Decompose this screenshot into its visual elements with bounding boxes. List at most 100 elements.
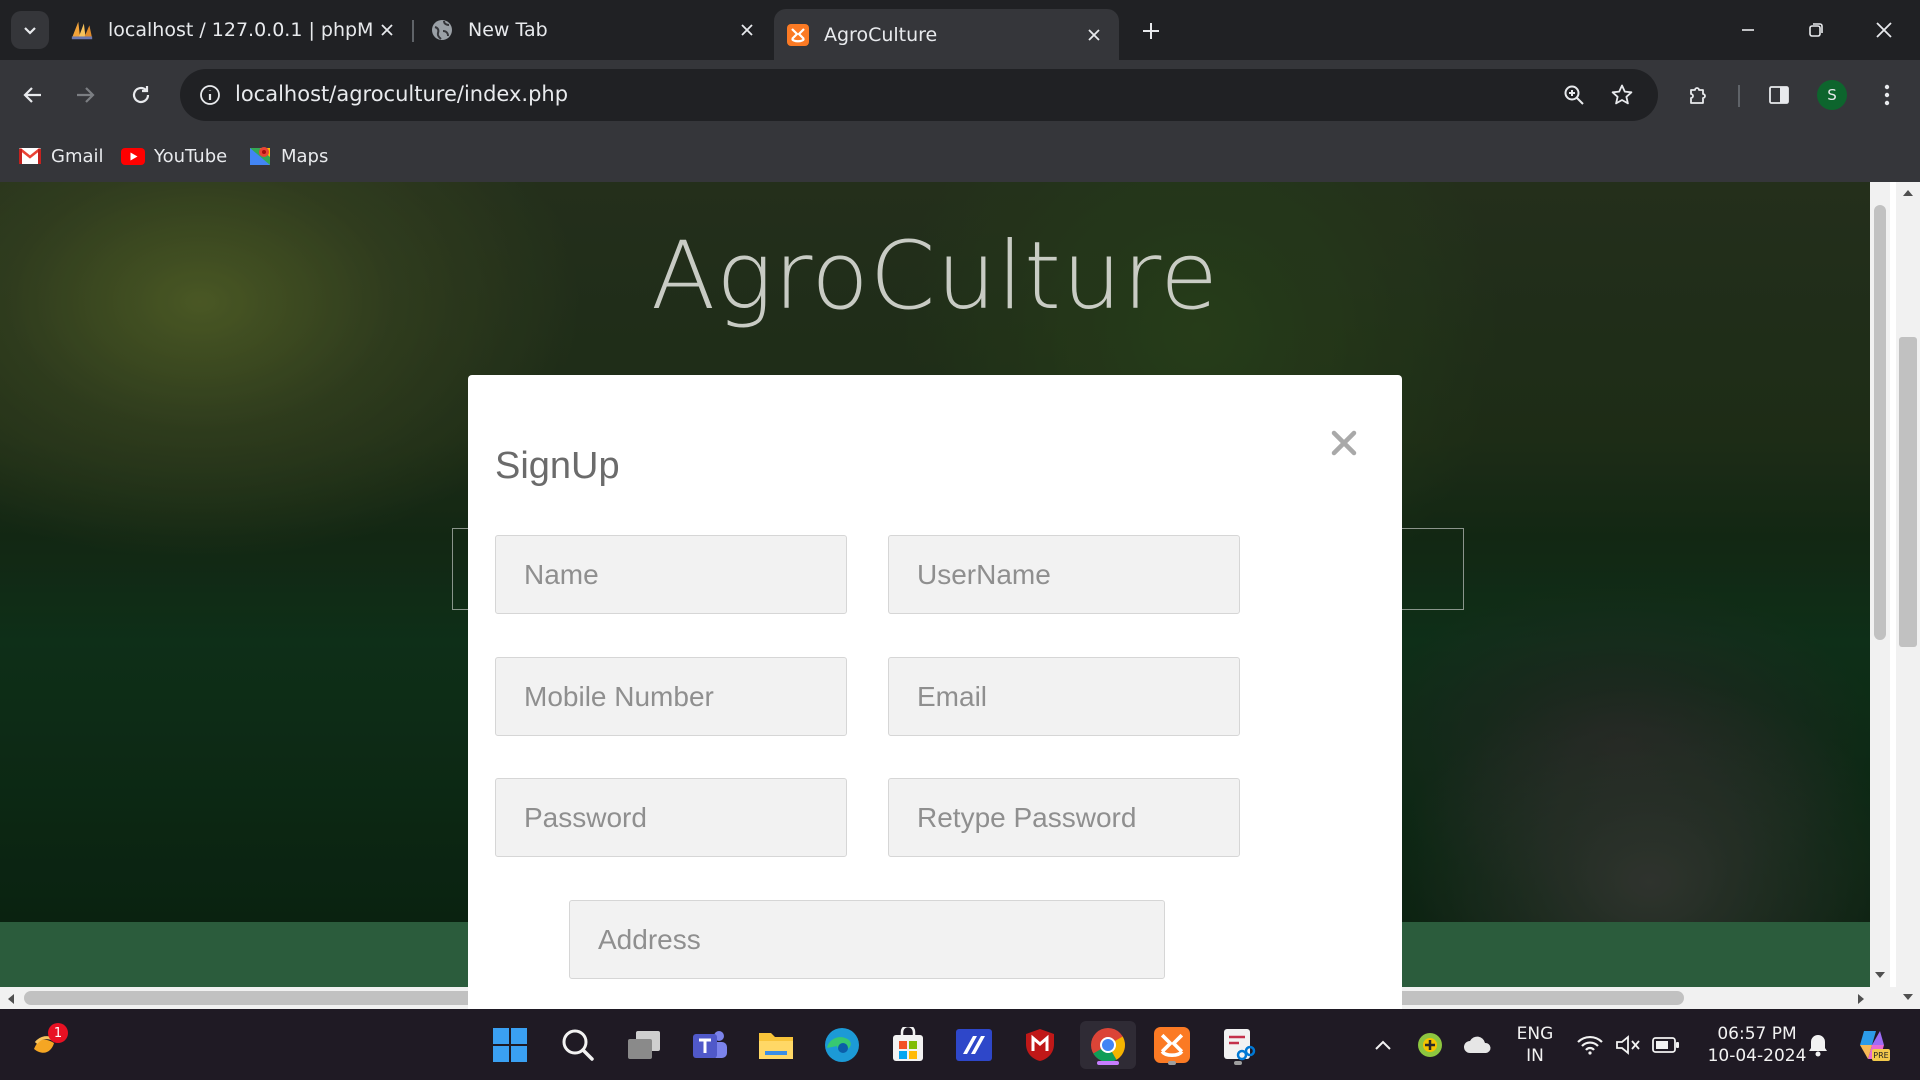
bookmark-star-icon[interactable]	[1604, 77, 1640, 113]
tab-search-button[interactable]	[11, 11, 49, 49]
scrollbar-thumb[interactable]	[1899, 337, 1917, 647]
extensions-button[interactable]	[1680, 76, 1718, 114]
minimize-button[interactable]	[1720, 10, 1776, 50]
folder-icon	[759, 1033, 793, 1059]
notifications-button[interactable]	[1796, 1021, 1840, 1069]
restore-button[interactable]	[1788, 10, 1844, 50]
minimize-icon	[1742, 29, 1754, 31]
mcafee-button[interactable]	[1016, 1021, 1064, 1069]
scroll-up-arrow-icon[interactable]	[1902, 188, 1914, 198]
modal-title: SignUp	[495, 445, 620, 487]
scroll-right-arrow-icon[interactable]	[1856, 993, 1866, 1005]
youtube-icon	[121, 146, 145, 166]
notification-badge: 1	[48, 1023, 68, 1043]
bookmark-youtube[interactable]: YouTube	[121, 140, 227, 172]
tab-agroculture[interactable]: AgroCulture	[774, 9, 1119, 60]
language-indicator[interactable]: ENG IN	[1508, 1023, 1562, 1067]
search-button[interactable]	[554, 1021, 602, 1069]
username-field[interactable]	[888, 535, 1240, 614]
chrome-icon	[1091, 1028, 1125, 1062]
name-field[interactable]	[495, 535, 847, 614]
copilot-icon: PRE	[1860, 1031, 1890, 1061]
tab-divider	[412, 20, 414, 42]
wifi-icon	[1577, 1035, 1603, 1055]
plus-icon	[1143, 23, 1159, 39]
more-vert-icon	[1884, 84, 1890, 106]
show-hidden-icons-button[interactable]	[1358, 1021, 1408, 1069]
xampp-taskbar-button[interactable]	[1148, 1021, 1196, 1069]
scroll-down-arrow-icon[interactable]	[1874, 970, 1886, 980]
email-field[interactable]	[888, 657, 1240, 736]
ms-store-button[interactable]	[884, 1021, 932, 1069]
close-icon	[1876, 22, 1892, 38]
arrow-left-icon	[23, 87, 41, 103]
close-modal-button[interactable]	[1326, 425, 1362, 461]
scroll-down-arrow-icon[interactable]	[1902, 992, 1914, 1002]
url-text[interactable]: localhost/agroculture/index.php	[235, 82, 568, 106]
close-tab-icon[interactable]	[374, 17, 400, 43]
app-icon	[956, 1029, 992, 1061]
tray-app-button[interactable]	[1408, 1021, 1452, 1069]
search-icon	[562, 1029, 594, 1061]
profile-avatar[interactable]: S	[1817, 80, 1847, 110]
teams-icon	[693, 1031, 727, 1058]
reload-button[interactable]	[122, 76, 160, 114]
edge-browser-button[interactable]	[818, 1021, 866, 1069]
start-button[interactable]	[486, 1021, 534, 1069]
volume-muted-icon	[1616, 1035, 1640, 1055]
task-view-icon	[628, 1031, 660, 1059]
phpmyadmin-icon	[70, 18, 94, 42]
cloud-icon	[1464, 1036, 1491, 1053]
bookmark-gmail[interactable]: Gmail	[18, 140, 104, 172]
tab-new-tab[interactable]: New Tab	[430, 9, 760, 51]
side-panel-button[interactable]	[1760, 76, 1798, 114]
xampp-icon	[786, 23, 810, 47]
windows-taskbar: 1 ENG IN 06:57 PM 10-04-2024 PRE	[0, 1009, 1920, 1080]
retype-password-field[interactable]	[888, 778, 1240, 857]
new-tab-button[interactable]	[1134, 14, 1168, 48]
onedrive-button[interactable]	[1456, 1021, 1500, 1069]
chrome-taskbar-button[interactable]	[1080, 1021, 1136, 1069]
scrollbar-thumb[interactable]	[1874, 205, 1886, 640]
snipping-tool-button[interactable]	[1214, 1021, 1262, 1069]
puzzle-icon	[1690, 87, 1706, 104]
zoom-icon[interactable]	[1556, 77, 1592, 113]
signup-modal: SignUp	[468, 375, 1402, 1009]
browser-vertical-scrollbar[interactable]	[1896, 182, 1920, 1009]
reload-icon	[132, 86, 150, 104]
close-window-button[interactable]	[1856, 10, 1912, 50]
bookmark-maps[interactable]: Maps	[248, 140, 328, 172]
copilot-button[interactable]: PRE	[1848, 1021, 1896, 1069]
task-view-button[interactable]	[620, 1021, 668, 1069]
teams-taskbar-button[interactable]	[686, 1021, 734, 1069]
close-tab-icon[interactable]	[734, 17, 760, 43]
password-field[interactable]	[495, 778, 847, 857]
chevron-down-icon	[24, 27, 36, 35]
tab-title: localhost / 127.0.0.1 | phpMyAdmin	[108, 19, 374, 41]
scroll-left-arrow-icon[interactable]	[6, 993, 16, 1005]
browser-toolbar: localhost/agroculture/index.php S	[0, 60, 1920, 130]
visual-studio-app-button[interactable]	[950, 1021, 998, 1069]
page-vertical-scrollbar[interactable]	[1870, 182, 1890, 987]
address-field[interactable]	[569, 900, 1165, 979]
running-indicator	[1168, 1061, 1176, 1065]
tray-plus-icon	[1418, 1033, 1442, 1057]
file-explorer-button[interactable]	[752, 1021, 800, 1069]
forward-button[interactable]	[66, 76, 104, 114]
tab-phpmyadmin[interactable]: localhost / 127.0.0.1 | phpMyAdmin	[70, 9, 400, 51]
mcafee-shield-icon	[1026, 1029, 1054, 1061]
address-bar[interactable]: localhost/agroculture/index.php	[180, 69, 1658, 121]
region-label: IN	[1526, 1046, 1544, 1066]
edge-icon	[825, 1028, 859, 1062]
close-tab-icon[interactable]	[1081, 22, 1107, 48]
chrome-menu-button[interactable]	[1868, 76, 1906, 114]
battery-button[interactable]	[1644, 1021, 1688, 1069]
bookmark-label: YouTube	[154, 145, 228, 167]
bell-icon	[1809, 1035, 1827, 1057]
widgets-button[interactable]: 1	[22, 1021, 70, 1069]
close-icon	[1331, 430, 1357, 456]
language-label: ENG	[1516, 1024, 1554, 1044]
site-info-icon[interactable]	[192, 77, 228, 113]
mobile-number-field[interactable]	[495, 657, 847, 736]
back-button[interactable]	[14, 76, 52, 114]
